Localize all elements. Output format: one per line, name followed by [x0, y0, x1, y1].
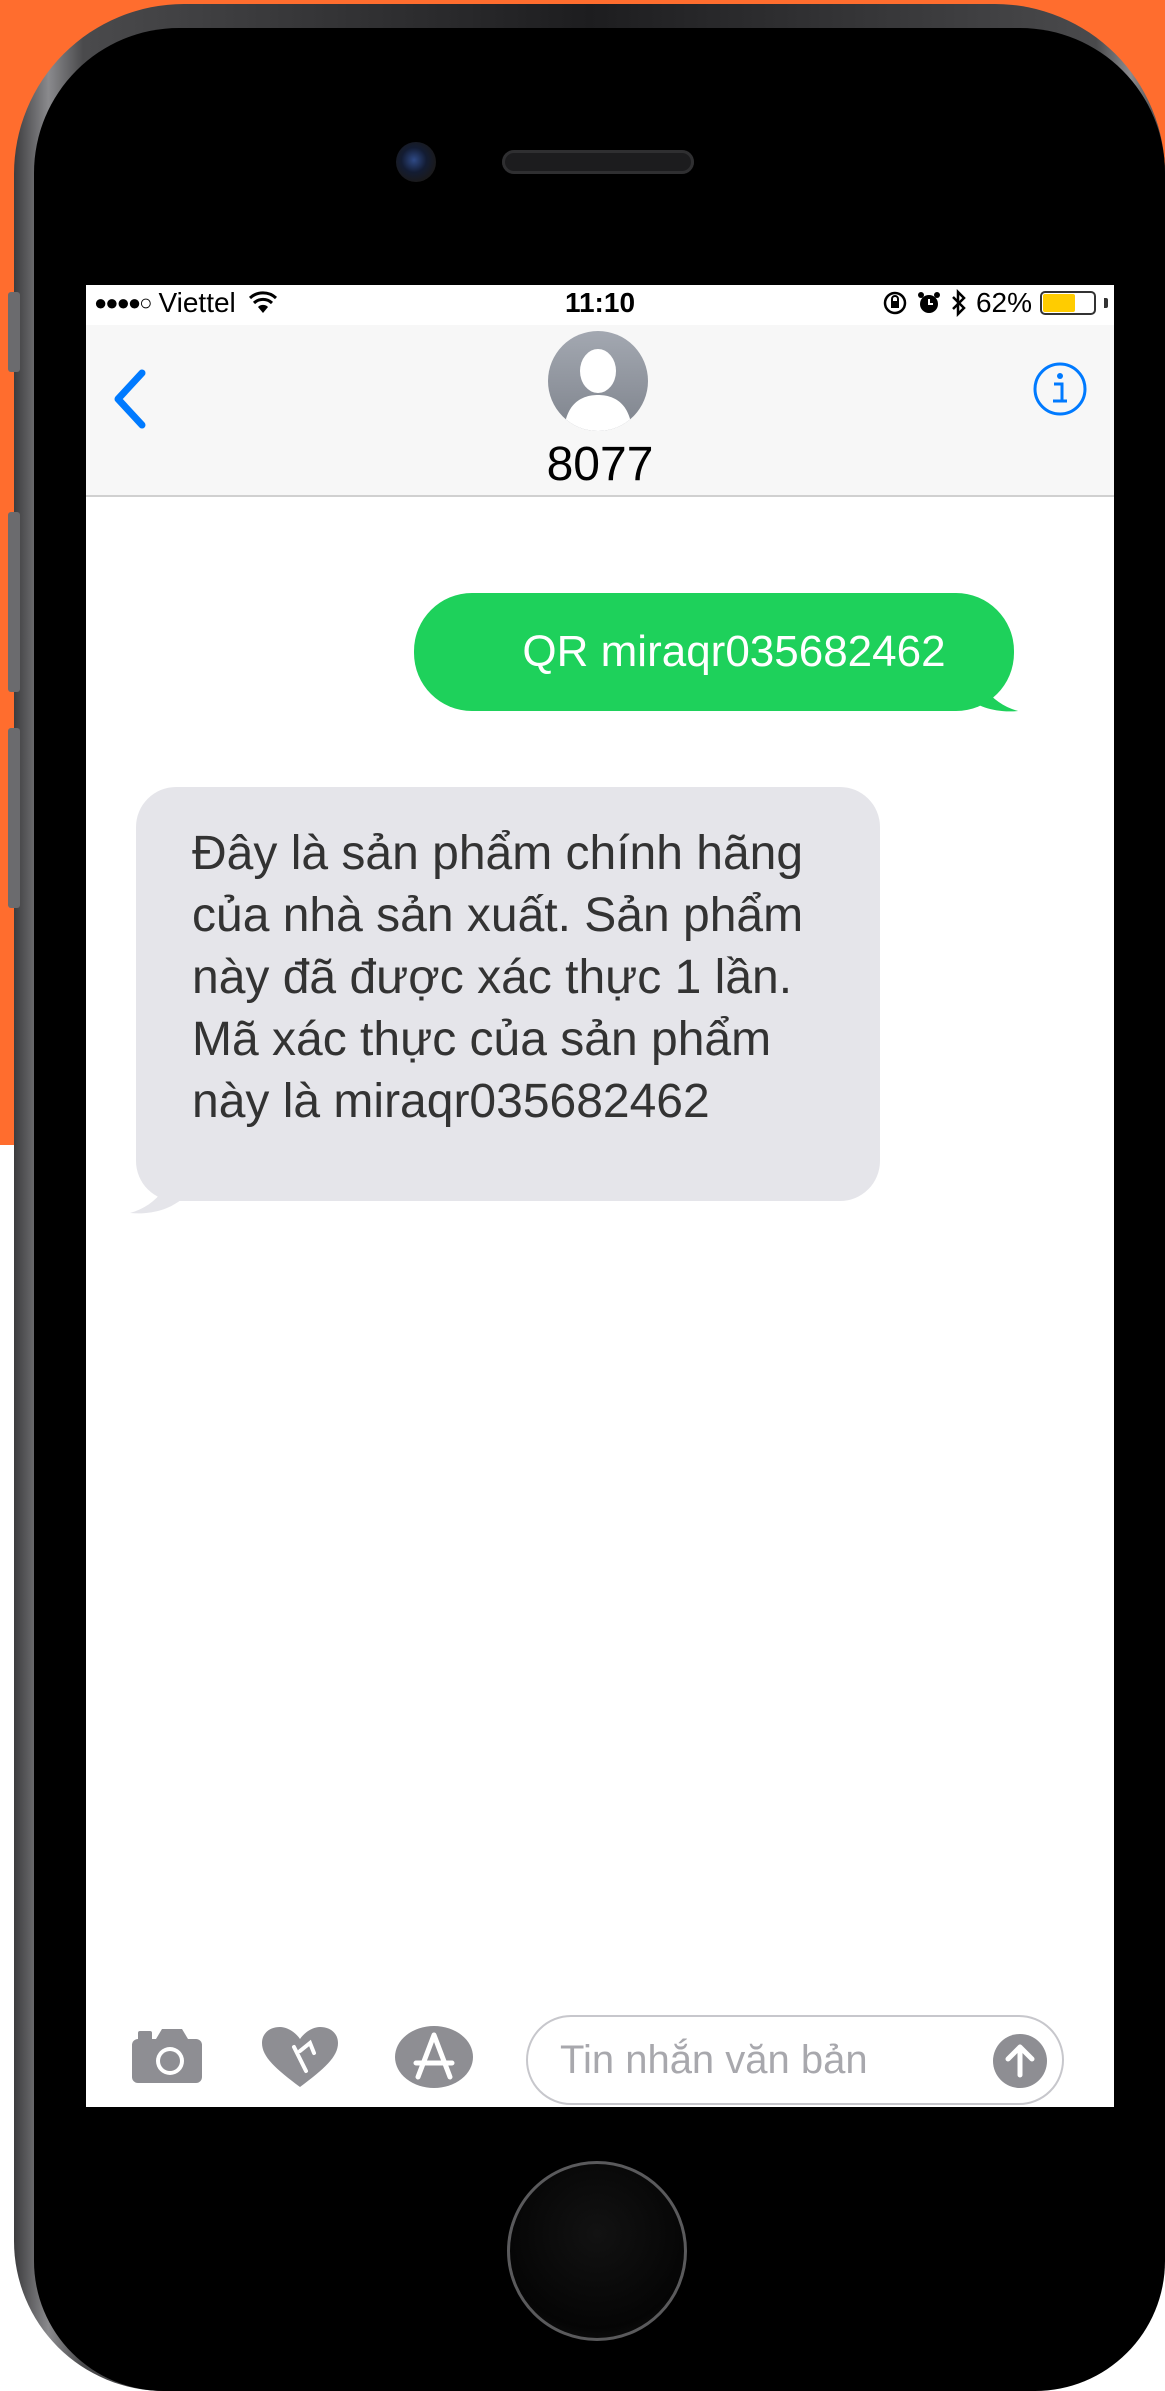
- battery-icon: [1040, 291, 1096, 315]
- contact-name[interactable]: 8077: [86, 437, 1114, 492]
- received-message-line: này đã được xác thực 1 lần.: [192, 951, 793, 1004]
- conversation-header: 8077: [86, 325, 1114, 497]
- bluetooth-icon: [952, 289, 966, 317]
- front-camera: [396, 142, 436, 182]
- sent-message-bubble[interactable]: QR miraqr035682462: [414, 593, 1014, 711]
- camera-icon[interactable]: [130, 2025, 204, 2085]
- mute-switch: [8, 292, 20, 372]
- battery-cap: [1104, 298, 1108, 308]
- app-store-icon[interactable]: [394, 2025, 474, 2089]
- received-message-line: này là miraqr035682462: [192, 1075, 710, 1128]
- message-placeholder: Tin nhắn văn bản: [560, 2038, 868, 2082]
- message-text-field[interactable]: Tin nhắn văn bản: [526, 2015, 1064, 2105]
- status-bar: ●●●●○ Viettel 11:10 62%: [86, 285, 1114, 325]
- info-icon[interactable]: [1032, 361, 1088, 417]
- rotation-lock-icon: [883, 291, 907, 315]
- earpiece-speaker: [502, 150, 694, 174]
- received-message-line: của nhà sản xuất. Sản phẩm: [192, 889, 804, 942]
- volume-up-button: [8, 512, 20, 692]
- back-chevron-icon[interactable]: [112, 367, 148, 431]
- battery-percentage: 62%: [975, 287, 1032, 318]
- alarm-icon: [917, 292, 940, 313]
- volume-down-button: [8, 728, 20, 908]
- contact-avatar[interactable]: [548, 331, 648, 431]
- received-message-bubble[interactable]: Đây là sản phẩm chính hãng của nhà sản x…: [136, 787, 880, 1201]
- battery-level-fill: [1043, 294, 1076, 312]
- received-message-line: Mã xác thực của sản phẩm: [192, 1013, 772, 1066]
- person-silhouette-icon: [564, 349, 632, 431]
- home-button[interactable]: [507, 2161, 687, 2341]
- phone-screen: ●●●●○ Viettel 11:10 62% 8077 QR miraqr03…: [86, 285, 1114, 2107]
- message-input-bar: Tin nhắn văn bản: [86, 2005, 1114, 2107]
- send-arrow-icon[interactable]: [992, 2033, 1048, 2089]
- sent-message-text: QR miraqr035682462: [522, 627, 946, 676]
- digital-touch-heart-icon[interactable]: [260, 2025, 340, 2091]
- received-message-line: Đây là sản phẩm chính hãng: [192, 827, 804, 880]
